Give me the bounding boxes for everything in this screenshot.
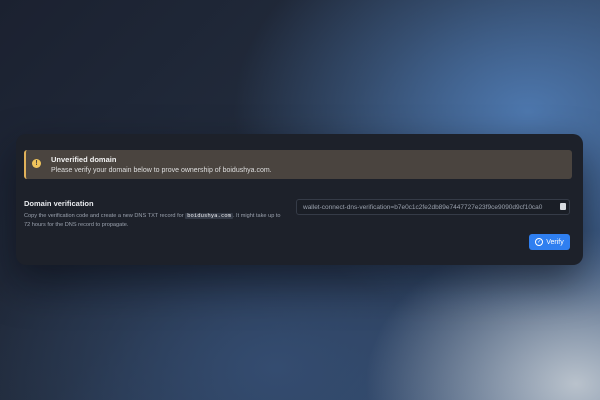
domain-code: boidushya.com <box>185 213 233 219</box>
unverified-domain-alert: ! Unverified domain Please verify your d… <box>24 150 572 179</box>
check-circle-icon: ✓ <box>535 238 544 246</box>
alert-title: Unverified domain <box>51 155 117 164</box>
domain-verification-title: Domain verification <box>24 199 94 208</box>
verify-button[interactable]: ✓ Verify <box>529 234 570 250</box>
copy-icon[interactable] <box>560 203 566 210</box>
domain-verification-description: Copy the verification code and create a … <box>24 212 286 229</box>
description-text-start: Copy the verification code and create a … <box>24 213 186 219</box>
warning-icon: ! <box>32 159 41 168</box>
alert-message: Please verify your domain below to prove… <box>51 167 272 174</box>
domain-verification-card: ! Unverified domain Please verify your d… <box>16 134 583 265</box>
verification-code-field <box>296 199 570 215</box>
verify-button-label: Verify <box>546 238 564 246</box>
verification-code-input[interactable] <box>303 200 551 214</box>
